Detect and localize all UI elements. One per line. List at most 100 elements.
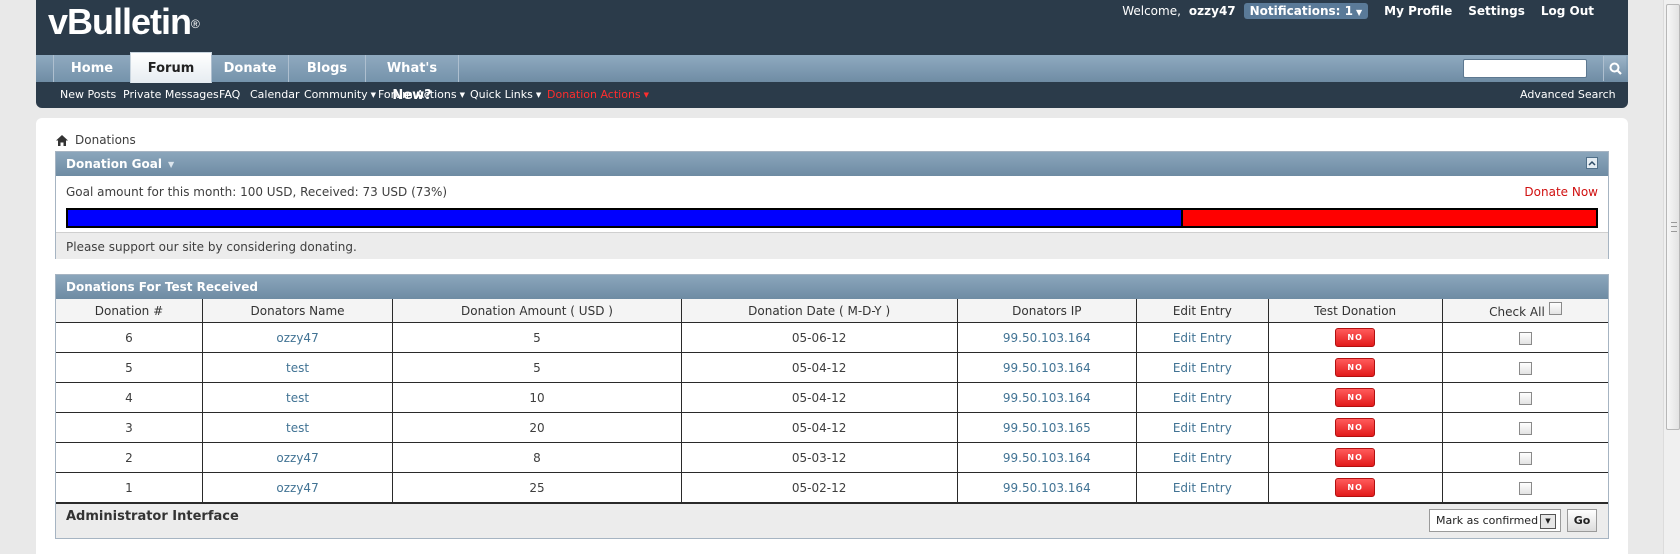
donation-number: 6 — [56, 322, 203, 353]
tab-blogs[interactable]: Blogs — [288, 55, 366, 82]
donations-block: Donations For Test Received Donation # D… — [55, 274, 1609, 539]
test-donation-badge[interactable]: NO — [1335, 478, 1376, 497]
edit-entry-link[interactable]: Edit Entry — [1173, 481, 1232, 495]
subnav-donation-actions[interactable]: Donation Actions ▼ — [547, 88, 649, 101]
notifications-button[interactable]: Notifications: 1 ▼ — [1243, 3, 1369, 19]
donator-ip-link[interactable]: 99.50.103.164 — [1003, 331, 1091, 345]
donator-name-link[interactable]: ozzy47 — [276, 331, 318, 345]
col-donation-number[interactable]: Donation # — [56, 299, 203, 323]
chevron-down-icon: ▼ — [643, 91, 650, 99]
subnav-calendar[interactable]: Calendar — [250, 88, 299, 101]
vbulletin-logo[interactable]: vBulletin® — [48, 2, 200, 42]
subnav-quick-links[interactable]: Quick Links ▼ — [470, 88, 541, 101]
col-donation-amount[interactable]: Donation Amount ( USD ) — [392, 299, 682, 323]
test-donation-badge[interactable]: NO — [1335, 328, 1376, 347]
edit-entry-link[interactable]: Edit Entry — [1173, 391, 1232, 405]
goal-footer-text: Please support our site by considering d… — [66, 240, 357, 254]
subnav-private-messages[interactable]: Private Messages — [123, 88, 219, 101]
test-donation-badge[interactable]: NO — [1335, 418, 1376, 437]
col-check-all: Check All — [1441, 299, 1608, 323]
table-row: 1 ozzy47 25 05-02-12 99.50.103.164 Edit Entry… — [56, 472, 1608, 503]
col-donators-name[interactable]: Donators Name — [201, 299, 394, 323]
donation-date: 05-06-12 — [680, 322, 958, 353]
sub-navbar: New Posts Private Messages FAQ Calendar … — [36, 82, 1628, 108]
col-donators-ip[interactable]: Donators IP — [956, 299, 1138, 323]
chevron-down-icon: ▼ — [1356, 8, 1363, 17]
scrollbar-thumb[interactable] — [1666, 4, 1680, 430]
donator-name-link[interactable]: test — [286, 391, 309, 405]
check-all-checkbox[interactable] — [1548, 302, 1562, 315]
tab-home[interactable]: Home — [53, 55, 131, 82]
vertical-scrollbar[interactable] — [1663, 0, 1680, 554]
donator-name-link[interactable]: ozzy47 — [276, 451, 318, 465]
donation-number: 3 — [56, 412, 203, 443]
donator-name-link[interactable]: test — [286, 361, 309, 375]
donation-number: 1 — [56, 472, 203, 503]
chevron-down-icon: ▼ — [535, 91, 542, 99]
row-checkbox[interactable] — [1518, 391, 1532, 405]
advanced-search-link[interactable]: Advanced Search — [1520, 88, 1616, 101]
col-edit-entry: Edit Entry — [1136, 299, 1269, 323]
edit-entry-link[interactable]: Edit Entry — [1173, 361, 1232, 375]
row-checkbox[interactable] — [1518, 451, 1532, 465]
donator-ip-link[interactable]: 99.50.103.164 — [1003, 361, 1091, 375]
donator-ip-link[interactable]: 99.50.103.164 — [1003, 451, 1091, 465]
username-link[interactable]: ozzy47 — [1189, 4, 1236, 18]
row-checkbox[interactable] — [1518, 421, 1532, 435]
settings-link[interactable]: Settings — [1468, 4, 1525, 18]
collapse-icon — [1588, 160, 1596, 166]
grip-icon — [1671, 222, 1677, 232]
test-donation-badge[interactable]: NO — [1335, 388, 1376, 407]
donation-date: 05-04-12 — [680, 352, 958, 383]
logout-link[interactable]: Log Out — [1541, 4, 1594, 18]
donator-name-link[interactable]: ozzy47 — [276, 481, 318, 495]
test-donation-badge[interactable]: NO — [1335, 358, 1376, 377]
home-icon[interactable] — [56, 134, 68, 146]
tab-whats-new[interactable]: What's New? — [365, 55, 459, 103]
tab-donate[interactable]: Donate — [211, 55, 289, 82]
welcome-text: Welcome, — [1122, 4, 1181, 18]
donation-amount: 20 — [392, 412, 682, 443]
donations-title: Donations For Test Received — [66, 280, 258, 294]
progress-fill — [68, 210, 1184, 226]
search-input[interactable] — [1463, 59, 1587, 78]
go-button[interactable]: Go — [1567, 509, 1597, 532]
test-donation-badge[interactable]: NO — [1335, 448, 1376, 467]
donator-ip-link[interactable]: 99.50.103.165 — [1003, 421, 1091, 435]
donation-amount: 25 — [392, 472, 682, 503]
table-row: 5 test 5 05-04-12 99.50.103.164 Edit Entry NO — [56, 352, 1608, 383]
collapse-button[interactable] — [1586, 157, 1598, 169]
my-profile-link[interactable]: My Profile — [1384, 4, 1452, 18]
table-row: 2 ozzy47 8 05-03-12 99.50.103.164 Edit Entry N… — [56, 442, 1608, 473]
donate-now-link[interactable]: Donate Now — [1524, 185, 1598, 199]
content-area: Donations Donation Goal ▼ Goal amount for… — [36, 118, 1628, 554]
subnav-forum-actions[interactable]: Forum Actions ▼ — [378, 88, 465, 101]
edit-entry-link[interactable]: Edit Entry — [1173, 421, 1232, 435]
donator-ip-link[interactable]: 99.50.103.164 — [1003, 391, 1091, 405]
row-checkbox[interactable] — [1518, 481, 1532, 495]
main-navbar: Home Forum Donate Blogs What's New? — [36, 52, 1628, 103]
chevron-down-icon[interactable]: ▼ — [168, 160, 174, 169]
donator-ip-link[interactable]: 99.50.103.164 — [1003, 481, 1091, 495]
subnav-new-posts[interactable]: New Posts — [60, 88, 116, 101]
action-select[interactable]: Mark as confirmed ▼ — [1429, 509, 1561, 532]
edit-entry-link[interactable]: Edit Entry — [1173, 331, 1232, 345]
table-row: 6 ozzy47 5 05-06-12 99.50.103.164 Edit Entry N… — [56, 322, 1608, 353]
donation-date: 05-02-12 — [680, 472, 958, 503]
search-button[interactable] — [1603, 56, 1626, 81]
breadcrumb: Donations — [56, 132, 136, 148]
row-checkbox[interactable] — [1518, 361, 1532, 375]
row-checkbox[interactable] — [1518, 331, 1532, 345]
donator-name-link[interactable]: test — [286, 421, 309, 435]
subnav-faq[interactable]: FAQ — [219, 88, 240, 101]
admin-interface-bar: Administrator Interface Mark as confirme… — [56, 503, 1608, 538]
subnav-community[interactable]: Community ▼ — [304, 88, 376, 101]
edit-entry-link[interactable]: Edit Entry — [1173, 451, 1232, 465]
donations-table: Donation # Donators Name Donation Amount… — [56, 299, 1608, 503]
tab-forum[interactable]: Forum — [130, 52, 212, 83]
col-donation-date[interactable]: Donation Date ( M-D-Y ) — [680, 299, 958, 323]
chevron-down-icon: ▼ — [459, 91, 465, 99]
progress-remaining — [1183, 210, 1596, 226]
goal-footer: Please support our site by considering d… — [56, 232, 1608, 259]
donation-amount: 10 — [392, 382, 682, 413]
